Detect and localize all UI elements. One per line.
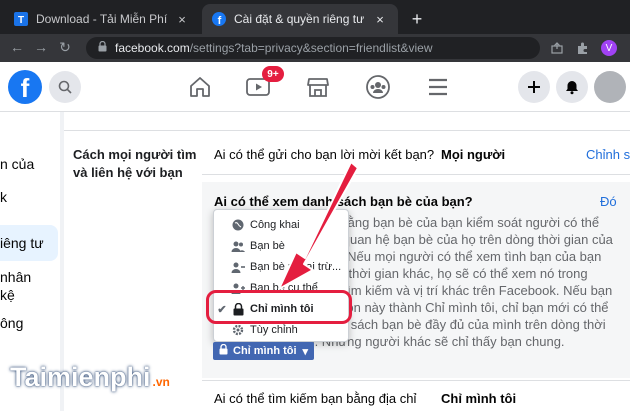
taimienphi-watermark: Taimienphi .vn — [10, 362, 170, 392]
annotation-arrow — [278, 161, 359, 290]
